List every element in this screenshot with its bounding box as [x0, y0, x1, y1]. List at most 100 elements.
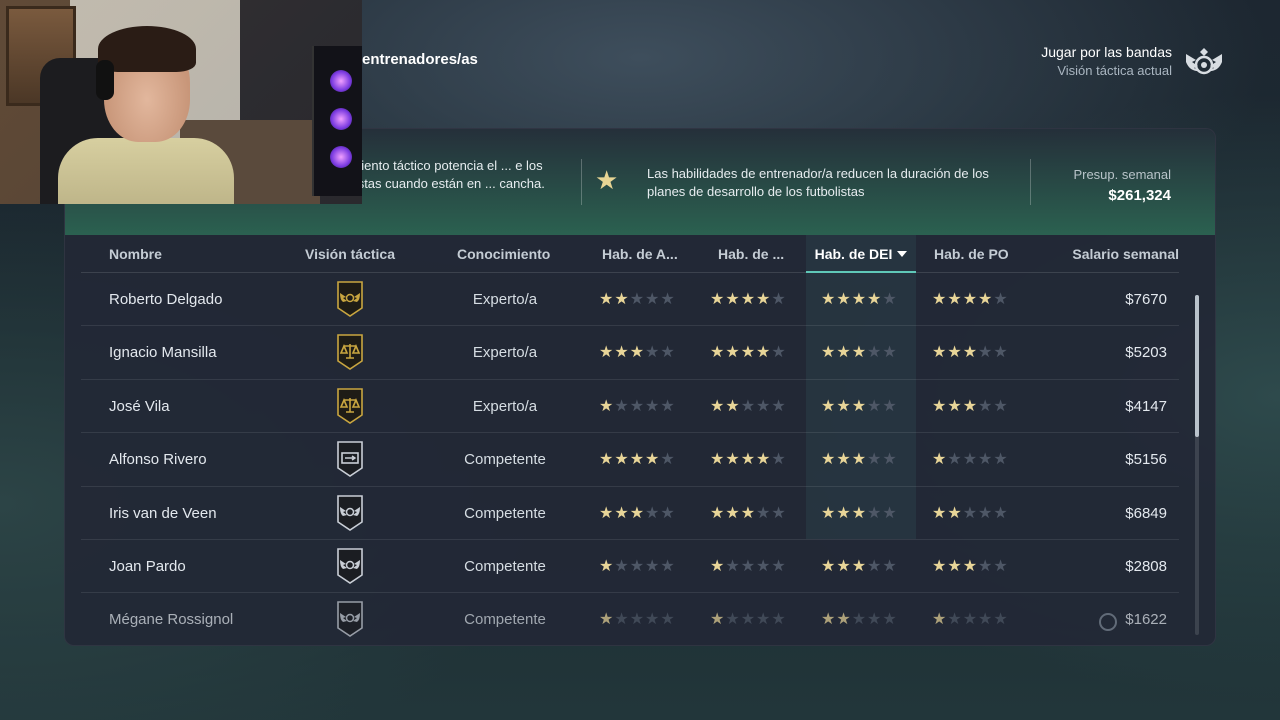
- wings-crest-icon: [337, 494, 363, 531]
- star-empty-icon: ★: [756, 611, 772, 629]
- star-rating-a: ★★★★★: [599, 540, 676, 593]
- star-rating-b: ★★★★★: [710, 380, 787, 433]
- star-filled-icon: ★: [836, 291, 852, 308]
- star-rating-a: ★★★★★: [599, 433, 676, 486]
- column-header-skill-a[interactable]: Hab. de A...: [602, 235, 678, 273]
- star-filled-icon: ★: [962, 344, 979, 362]
- coach-name: Mégane Rossignol: [109, 611, 234, 629]
- scrollbar-thumb[interactable]: [1195, 295, 1199, 437]
- budget-value: $261,324: [1108, 187, 1171, 204]
- star-filled-icon: ★: [629, 451, 646, 469]
- star-filled-icon: ★: [978, 291, 994, 308]
- star-filled-icon: ★: [836, 451, 852, 469]
- star-filled-icon: ★: [725, 451, 741, 469]
- table-row[interactable]: Mégane Rossignol Competente ★★★★★ ★★★★★ ★★★★…: [81, 593, 1179, 645]
- star-filled-icon: ★: [947, 344, 963, 362]
- column-header-salary[interactable]: Salario semanal: [1072, 235, 1179, 273]
- star-filled-icon: ★: [725, 397, 741, 415]
- coach-name: Ignacio Mansilla: [109, 344, 217, 362]
- weekly-salary: $5203: [1125, 344, 1167, 362]
- budget-label: Presup. semanal: [1073, 167, 1171, 182]
- star-filled-icon: ★: [599, 344, 615, 362]
- star-rating-a: ★★★★★: [599, 326, 676, 379]
- column-header-knowledge[interactable]: Conocimiento: [457, 235, 550, 273]
- weekly-budget: Presup. semanal $261,324: [1073, 167, 1171, 204]
- coaches-panel: ...ocimiento táctico potencia el ... e l…: [64, 128, 1216, 646]
- column-header-name[interactable]: Nombre: [109, 235, 162, 273]
- star-filled-icon: ★: [932, 397, 948, 415]
- star-filled-icon: ★: [821, 451, 837, 469]
- knowledge-level: Competente: [464, 451, 546, 469]
- star-empty-icon: ★: [993, 451, 1009, 469]
- table-row[interactable]: José Vila Experto/a ★★★★★ ★★★★★ ★★★★★ ★★★★★ $4…: [81, 380, 1179, 434]
- star-rating-b: ★★★★★: [710, 433, 787, 486]
- star-empty-icon: ★: [725, 557, 741, 575]
- star-empty-icon: ★: [962, 451, 979, 469]
- star-empty-icon: ★: [756, 557, 772, 575]
- star-filled-icon: ★: [725, 344, 741, 362]
- loading-spinner-icon: [1099, 613, 1117, 632]
- table-row[interactable]: Ignacio Mansilla Experto/a ★★★★★ ★★★★★ ★★★★★…: [81, 326, 1179, 380]
- column-header-skill-dei[interactable]: Hab. de DEI: [806, 235, 916, 273]
- star-empty-icon: ★: [993, 611, 1009, 629]
- star-empty-icon: ★: [660, 504, 676, 522]
- weekly-salary: $4147: [1125, 397, 1167, 415]
- star-filled-icon: ★: [740, 451, 757, 469]
- star-rating-po: ★★★★★: [932, 487, 1009, 540]
- knowledge-level: Competente: [464, 557, 546, 575]
- column-header-skill-b[interactable]: Hab. de ...: [718, 235, 784, 273]
- star-filled-icon: ★: [932, 557, 948, 575]
- star-filled-icon: ★: [851, 504, 868, 522]
- star-filled-icon: ★: [932, 611, 948, 629]
- table-row[interactable]: Joan Pardo Competente ★★★★★ ★★★★★ ★★★★★ ★★★★★…: [81, 540, 1179, 594]
- star-filled-icon: ★: [947, 397, 963, 415]
- coach-name: Iris van de Veen: [109, 504, 217, 522]
- star-rating-po: ★★★★★: [932, 433, 1009, 486]
- weekly-salary: $1622: [1125, 611, 1167, 629]
- star-filled-icon: ★: [851, 451, 868, 469]
- star-empty-icon: ★: [978, 397, 994, 415]
- star-empty-icon: ★: [771, 451, 787, 469]
- star-filled-icon: ★: [821, 611, 837, 629]
- star-empty-icon: ★: [740, 397, 757, 415]
- star-empty-icon: ★: [993, 557, 1009, 575]
- star-filled-icon: ★: [725, 504, 741, 522]
- star-empty-icon: ★: [867, 397, 883, 415]
- star-empty-icon: ★: [725, 611, 741, 629]
- star-empty-icon: ★: [614, 611, 630, 629]
- star-rating-dei: ★★★★★: [821, 273, 898, 326]
- star-empty-icon: ★: [740, 557, 757, 575]
- star-empty-icon: ★: [993, 344, 1009, 362]
- column-header-vision[interactable]: Visión táctica: [305, 235, 395, 273]
- coach-name: Roberto Delgado: [109, 291, 223, 308]
- knowledge-level: Competente: [464, 504, 546, 522]
- star-empty-icon: ★: [867, 611, 883, 629]
- star-empty-icon: ★: [660, 611, 676, 629]
- knowledge-level: Experto/a: [472, 397, 538, 415]
- star-empty-icon: ★: [851, 611, 868, 629]
- sort-desc-icon: [897, 251, 908, 257]
- star-filled-icon: ★: [740, 291, 757, 308]
- star-filled-icon: ★: [710, 451, 726, 469]
- star-empty-icon: ★: [978, 504, 994, 522]
- star-filled-icon: ★: [614, 451, 630, 469]
- star-rating-po: ★★★★★: [932, 326, 1009, 379]
- star-rating-b: ★★★★★: [710, 487, 787, 540]
- star-empty-icon: ★: [645, 611, 661, 629]
- table-row[interactable]: Roberto Delgado Experto/a ★★★★★ ★★★★★ ★★★★★ ★…: [81, 273, 1179, 327]
- star-filled-icon: ★: [962, 397, 979, 415]
- star-empty-icon: ★: [771, 504, 787, 522]
- star-empty-icon: ★: [882, 611, 898, 629]
- star-rating-b: ★★★★★: [710, 593, 787, 645]
- star-filled-icon: ★: [710, 557, 726, 575]
- table-row[interactable]: Alfonso Rivero Competente ★★★★★ ★★★★★ ★★★★★ ★…: [81, 433, 1179, 487]
- star-rating-po: ★★★★★: [932, 593, 1009, 645]
- star-rating-b: ★★★★★: [710, 540, 787, 593]
- table-row[interactable]: Iris van de Veen Competente ★★★★★ ★★★★★ ★★★★…: [81, 487, 1179, 540]
- star-empty-icon: ★: [740, 611, 757, 629]
- coaches-table: Nombre Visión táctica Conocimiento Hab. …: [81, 235, 1179, 645]
- star-empty-icon: ★: [882, 504, 898, 522]
- star-filled-icon: ★: [836, 557, 852, 575]
- wings-crest-icon: [337, 548, 363, 584]
- column-header-skill-po[interactable]: Hab. de PO: [934, 235, 1009, 273]
